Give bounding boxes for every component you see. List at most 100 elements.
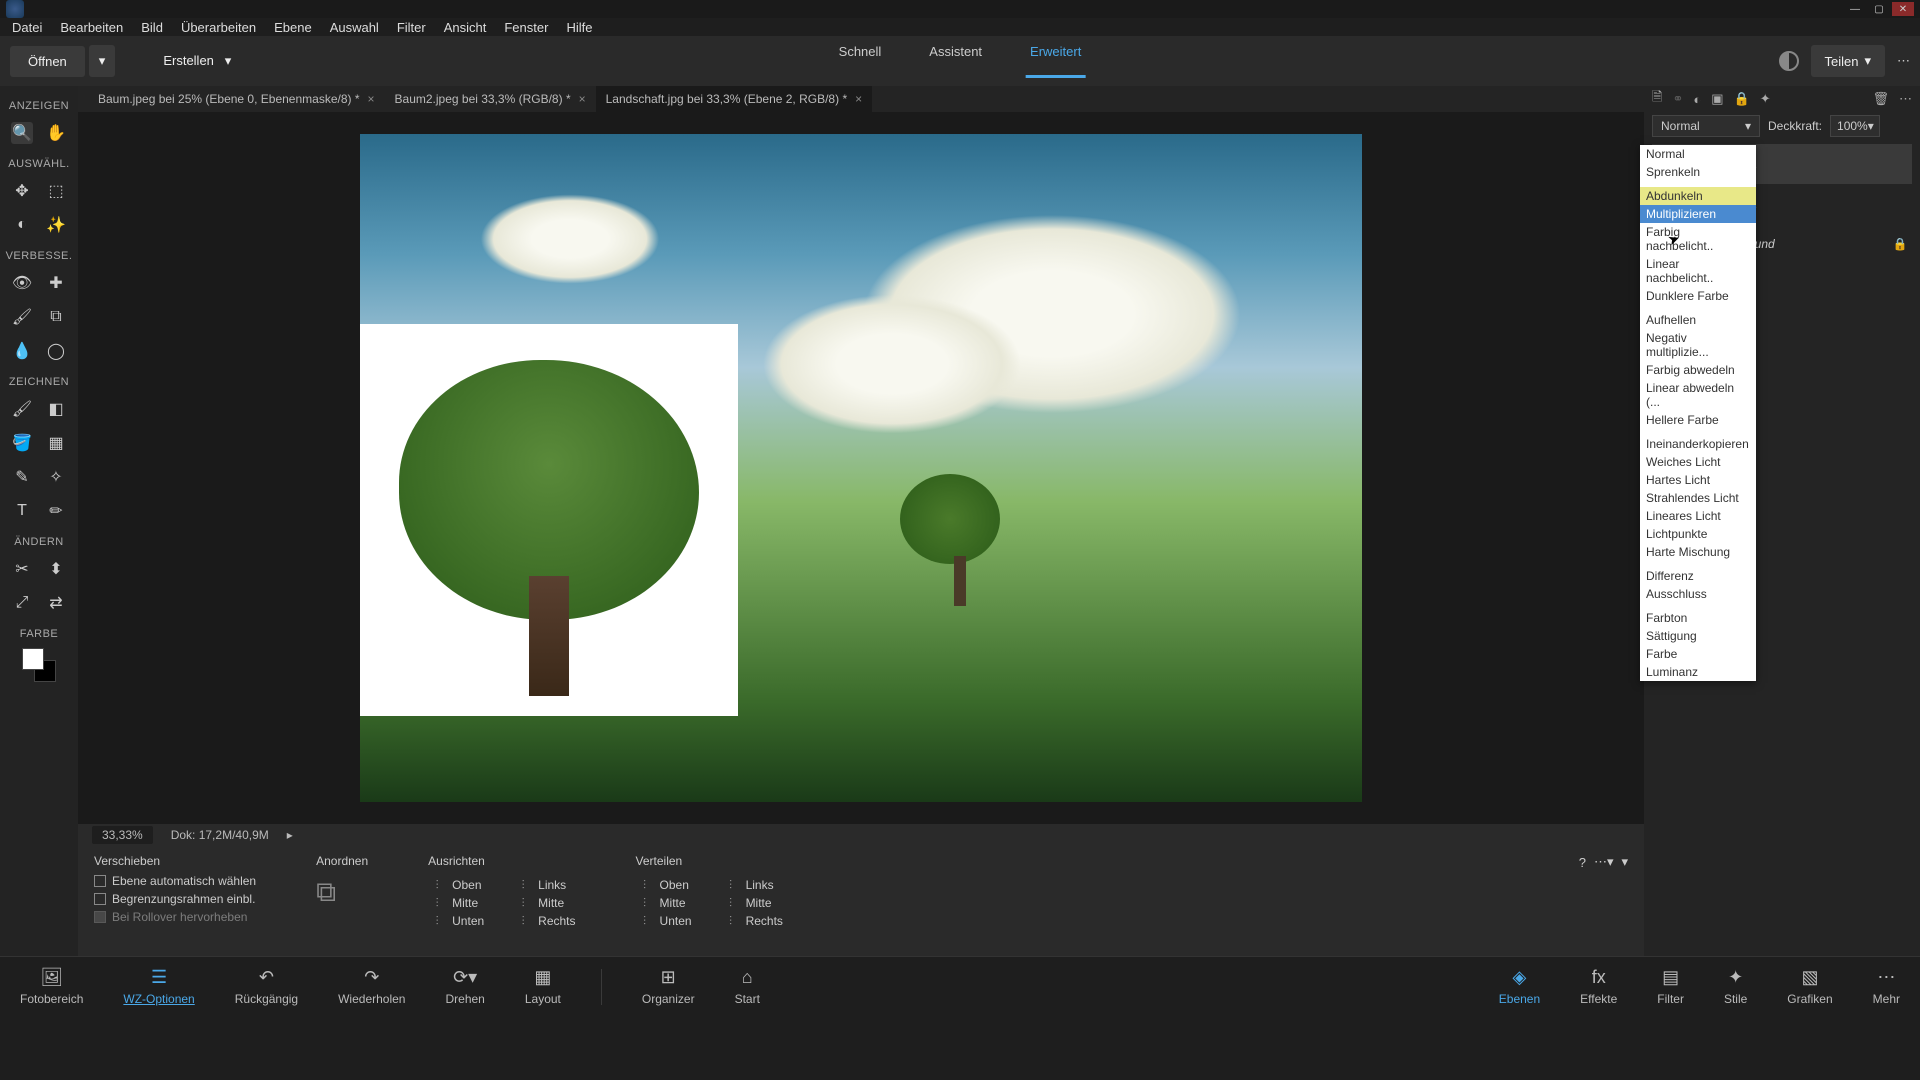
zoom-tool-icon[interactable]: 🔍: [11, 122, 33, 144]
blend-option[interactable]: Sprenkeln: [1640, 163, 1756, 181]
new-layer-icon[interactable]: 🗎: [1652, 88, 1662, 110]
minimize-button[interactable]: —: [1844, 2, 1866, 16]
maximize-button[interactable]: ▢: [1868, 2, 1890, 16]
more-icon[interactable]: ⋯: [1897, 53, 1910, 69]
align-left[interactable]: ⫶Links: [514, 878, 575, 892]
pasted-layer[interactable]: [360, 324, 738, 716]
blend-option[interactable]: Ausschluss: [1640, 585, 1756, 603]
color-swatches[interactable]: [22, 648, 56, 682]
brush-tool-icon[interactable]: 🖌: [11, 398, 33, 420]
bb-fotobereich[interactable]: 🖼Fotobereich: [20, 967, 83, 1006]
pencil-tool-icon[interactable]: ✏: [45, 500, 67, 522]
menu-hilfe[interactable]: Hilfe: [566, 20, 592, 35]
crop-tool-icon[interactable]: ✂: [11, 558, 33, 580]
menu-ansicht[interactable]: Ansicht: [444, 20, 487, 35]
menu-ebene[interactable]: Ebene: [274, 20, 312, 35]
dist-top[interactable]: ⫶Oben: [636, 878, 692, 892]
blend-option[interactable]: Lichtpunkte: [1640, 525, 1756, 543]
help-icon[interactable]: ?: [1579, 855, 1586, 870]
align-bottom[interactable]: ⫶Unten: [428, 914, 484, 928]
dist-bottom[interactable]: ⫶Unten: [636, 914, 692, 928]
sponge-tool-icon[interactable]: ◯: [45, 340, 67, 362]
text-tool-icon[interactable]: T: [11, 500, 33, 522]
align-middle[interactable]: ⫶Mitte: [428, 896, 484, 910]
lasso-tool-icon[interactable]: ◐: [11, 214, 33, 236]
arrange-icon[interactable]: ⧉: [316, 876, 368, 909]
close-icon[interactable]: ×: [855, 92, 862, 106]
blend-option[interactable]: Dunklere Farbe: [1640, 287, 1756, 305]
align-center[interactable]: ⫶Mitte: [514, 896, 575, 910]
menu-datei[interactable]: Datei: [12, 20, 42, 35]
blend-mode-dropdown[interactable]: NormalSprenkelnAbdunkelnMultiplizierenFa…: [1640, 145, 1756, 681]
document-canvas[interactable]: [360, 134, 1362, 802]
trash-icon[interactable]: 🗑: [1872, 91, 1889, 107]
menu-bearbeiten[interactable]: Bearbeiten: [60, 20, 123, 35]
blend-option[interactable]: Hartes Licht: [1640, 471, 1756, 489]
close-button[interactable]: ✕: [1892, 2, 1914, 16]
bbox-checkbox[interactable]: Begrenzungsrahmen einbl.: [94, 892, 256, 906]
menu-ueberarbeiten[interactable]: Überarbeiten: [181, 20, 256, 35]
smart-brush-icon[interactable]: 🖌: [11, 306, 33, 328]
rollover-checkbox[interactable]: Bei Rollover hervorheben: [94, 910, 256, 924]
blend-option[interactable]: Linear nachbelicht..: [1640, 255, 1756, 287]
dist-left[interactable]: ⫶Links: [722, 878, 783, 892]
menu-auswahl[interactable]: Auswahl: [330, 20, 379, 35]
adjust-icon[interactable]: ◐: [1693, 92, 1701, 107]
blend-option[interactable]: Farbig nachbelicht..: [1640, 223, 1756, 255]
bb-effekte[interactable]: fxEffekte: [1580, 967, 1617, 1006]
align-right[interactable]: ⫶Rechts: [514, 914, 575, 928]
marquee-tool-icon[interactable]: ⬚: [45, 180, 67, 202]
dist-right[interactable]: ⫶Rechts: [722, 914, 783, 928]
blend-option[interactable]: Ineinanderkopieren: [1640, 435, 1756, 453]
blend-option[interactable]: Abdunkeln: [1640, 187, 1756, 205]
eraser-tool-icon[interactable]: ◧: [45, 398, 67, 420]
lock-icon[interactable]: 🔒: [1734, 91, 1750, 107]
blend-option[interactable]: Normal: [1640, 145, 1756, 163]
blend-option[interactable]: Luminanz: [1640, 663, 1756, 681]
blend-option[interactable]: Negativ multiplizie...: [1640, 329, 1756, 361]
heal-tool-icon[interactable]: ✚: [45, 272, 67, 294]
canvas-area[interactable]: [78, 112, 1644, 824]
zoom-level[interactable]: 33,33%: [92, 826, 153, 844]
doc-tab-2[interactable]: Baum2.jpeg bei 33,3% (RGB/8) *×: [385, 86, 596, 112]
blend-option[interactable]: Aufhellen: [1640, 311, 1756, 329]
blend-option[interactable]: Sättigung: [1640, 627, 1756, 645]
close-icon[interactable]: ×: [579, 92, 586, 106]
bb-mehr[interactable]: ⋯Mehr: [1873, 967, 1900, 1006]
share-button[interactable]: Teilen▾: [1811, 45, 1886, 77]
recompose-tool-icon[interactable]: ⬍: [45, 558, 67, 580]
bb-stile[interactable]: ✦Stile: [1724, 967, 1747, 1006]
open-button[interactable]: Öffnen: [10, 46, 85, 77]
collapse-icon[interactable]: ▾: [1621, 854, 1628, 870]
align-top[interactable]: ⫶Oben: [428, 878, 484, 892]
doc-tab-1[interactable]: Baum.jpeg bei 25% (Ebene 0, Ebenenmaske/…: [88, 86, 385, 112]
hand-tool-icon[interactable]: ✋: [45, 122, 67, 144]
bb-undo[interactable]: ↶Rückgängig: [235, 967, 298, 1006]
bb-ebenen[interactable]: ◈Ebenen: [1499, 967, 1540, 1006]
theme-toggle-icon[interactable]: [1779, 51, 1799, 71]
clone-tool-icon[interactable]: ⧉: [45, 306, 67, 328]
move-tool-icon[interactable]: ✥: [11, 180, 33, 202]
bb-wz-optionen[interactable]: ☰WZ-Optionen: [123, 967, 194, 1006]
tab-quick[interactable]: Schnell: [835, 44, 886, 78]
content-move-icon[interactable]: ⇄: [45, 592, 67, 614]
blend-mode-select[interactable]: Normal▾: [1652, 115, 1760, 137]
bb-grafiken[interactable]: ▧Grafiken: [1787, 967, 1832, 1006]
mask-icon[interactable]: ▣: [1711, 91, 1723, 107]
create-button[interactable]: Erstellen ▾: [145, 45, 249, 77]
blend-option[interactable]: Hellere Farbe: [1640, 411, 1756, 429]
fx-icon[interactable]: ✦: [1760, 91, 1771, 107]
fill-tool-icon[interactable]: 🪣: [11, 432, 33, 454]
blend-option[interactable]: Multiplizieren: [1640, 205, 1756, 223]
menu-filter[interactable]: Filter: [397, 20, 426, 35]
blend-option[interactable]: Farbton: [1640, 609, 1756, 627]
blend-option[interactable]: Farbig abwedeln: [1640, 361, 1756, 379]
auto-select-checkbox[interactable]: Ebene automatisch wählen: [94, 874, 256, 888]
doc-tab-3[interactable]: Landschaft.jpg bei 33,3% (Ebene 2, RGB/8…: [596, 86, 873, 112]
dist-middle[interactable]: ⫶Mitte: [636, 896, 692, 910]
group-icon[interactable]: ⚭: [1672, 91, 1683, 107]
picker-tool-icon[interactable]: ✎: [11, 466, 33, 488]
bb-layout[interactable]: ▦Layout: [525, 967, 561, 1006]
status-chevron-icon[interactable]: ▸: [287, 828, 293, 842]
panel-menu-icon[interactable]: ⋯: [1899, 91, 1912, 107]
